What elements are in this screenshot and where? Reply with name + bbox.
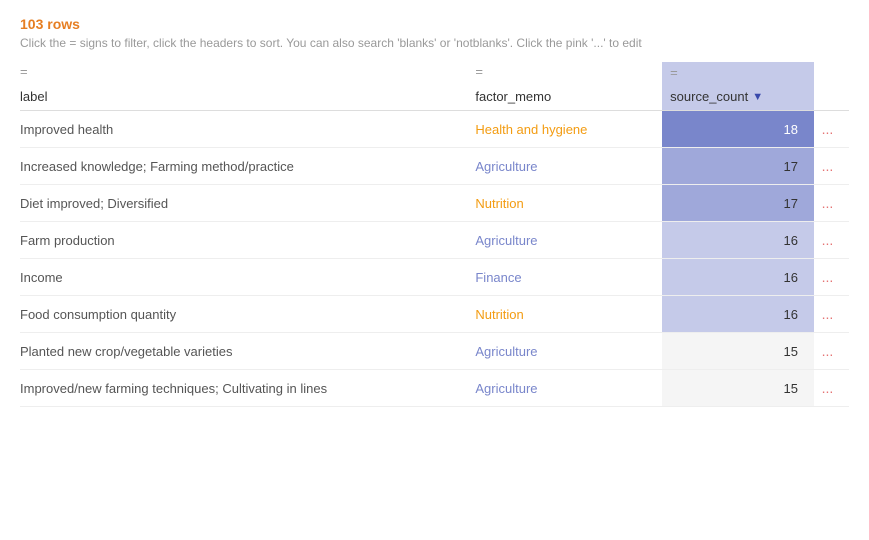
cell-label: Income bbox=[20, 259, 475, 296]
filter-source-btn[interactable]: = bbox=[670, 65, 678, 80]
col-header-source[interactable]: source_count ▼ bbox=[662, 83, 814, 111]
cell-count: 18 bbox=[662, 111, 814, 148]
sort-arrow-icon: ▼ bbox=[752, 91, 763, 103]
cell-count: 15 bbox=[662, 370, 814, 407]
col-header-actions bbox=[814, 83, 849, 111]
cell-count: 15 bbox=[662, 333, 814, 370]
table-row: Diet improved; DiversifiedNutrition17... bbox=[20, 185, 849, 222]
edit-dots-button[interactable]: ... bbox=[814, 333, 849, 370]
table-row: Planted new crop/vegetable varietiesAgri… bbox=[20, 333, 849, 370]
edit-dots-button[interactable]: ... bbox=[814, 111, 849, 148]
edit-dots-button[interactable]: ... bbox=[814, 148, 849, 185]
cell-factor: Agriculture bbox=[475, 333, 662, 370]
cell-factor: Finance bbox=[475, 259, 662, 296]
cell-factor: Agriculture bbox=[475, 222, 662, 259]
filter-label-btn[interactable]: = bbox=[20, 64, 28, 79]
edit-dots-button[interactable]: ... bbox=[814, 185, 849, 222]
cell-count: 17 bbox=[662, 185, 814, 222]
cell-factor: Health and hygiene bbox=[475, 111, 662, 148]
cell-label: Planted new crop/vegetable varieties bbox=[20, 333, 475, 370]
edit-dots-button[interactable]: ... bbox=[814, 222, 849, 259]
table-row: Improved/new farming techniques; Cultiva… bbox=[20, 370, 849, 407]
edit-dots-button[interactable]: ... bbox=[814, 296, 849, 333]
cell-count: 16 bbox=[662, 296, 814, 333]
cell-label: Improved health bbox=[20, 111, 475, 148]
edit-dots-button[interactable]: ... bbox=[814, 259, 849, 296]
cell-factor: Nutrition bbox=[475, 296, 662, 333]
cell-label: Improved/new farming techniques; Cultiva… bbox=[20, 370, 475, 407]
col-header-factor[interactable]: factor_memo bbox=[475, 83, 662, 111]
source-count-label: source_count bbox=[670, 89, 748, 104]
table-row: Increased knowledge; Farming method/prac… bbox=[20, 148, 849, 185]
table-row: Improved healthHealth and hygiene18... bbox=[20, 111, 849, 148]
cell-label: Food consumption quantity bbox=[20, 296, 475, 333]
table-row: Food consumption quantityNutrition16... bbox=[20, 296, 849, 333]
cell-factor: Agriculture bbox=[475, 370, 662, 407]
col-header-label[interactable]: label bbox=[20, 83, 475, 111]
row-count: 103 rows bbox=[20, 16, 849, 32]
table-header: label factor_memo source_count ▼ bbox=[20, 83, 849, 111]
cell-count: 16 bbox=[662, 222, 814, 259]
hint-text: Click the = signs to filter, click the h… bbox=[20, 36, 849, 50]
cell-count: 17 bbox=[662, 148, 814, 185]
cell-count: 16 bbox=[662, 259, 814, 296]
cell-label: Increased knowledge; Farming method/prac… bbox=[20, 148, 475, 185]
cell-label: Farm production bbox=[20, 222, 475, 259]
table-row: Farm productionAgriculture16... bbox=[20, 222, 849, 259]
table-row: IncomeFinance16... bbox=[20, 259, 849, 296]
filter-row: = = = bbox=[20, 62, 849, 83]
filter-factor-btn[interactable]: = bbox=[475, 64, 483, 79]
cell-factor: Agriculture bbox=[475, 148, 662, 185]
cell-label: Diet improved; Diversified bbox=[20, 185, 475, 222]
edit-dots-button[interactable]: ... bbox=[814, 370, 849, 407]
cell-factor: Nutrition bbox=[475, 185, 662, 222]
